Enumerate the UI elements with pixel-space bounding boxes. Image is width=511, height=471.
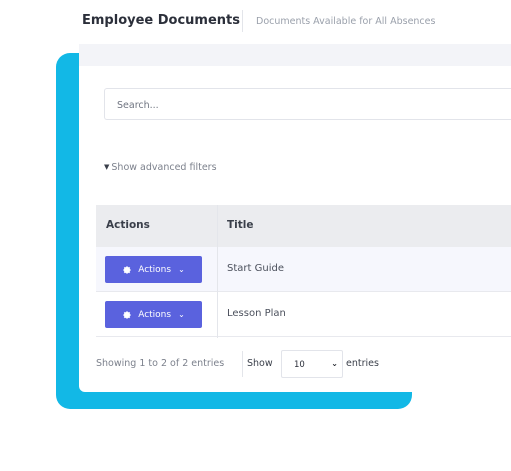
toolbar-strip <box>79 44 511 66</box>
table-row: Actions ⌄ Lesson Plan <box>96 292 511 337</box>
table-header: Actions Title <box>96 205 511 247</box>
document-title[interactable]: Lesson Plan <box>227 308 286 319</box>
page-subtitle-tab[interactable]: Documents Available for All Absences <box>256 16 435 27</box>
show-label: Show <box>247 358 273 369</box>
page-size-value: 10 <box>294 360 305 370</box>
row-actions-label: Actions <box>138 264 172 275</box>
row-actions-button[interactable]: Actions ⌄ <box>105 256 202 283</box>
page-title: Employee Documents <box>82 13 241 28</box>
page-size-select[interactable]: 10 ⌄ <box>281 350 343 378</box>
search-field[interactable] <box>104 88 511 120</box>
row-actions-label: Actions <box>138 309 172 320</box>
search-input[interactable] <box>115 90 499 120</box>
entries-label: entries <box>346 358 379 369</box>
chevron-down-icon: ▼ <box>104 163 110 171</box>
documents-panel: Employee Documents Documents Available f… <box>79 0 511 392</box>
showing-entries-text: Showing 1 to 2 of 2 entries <box>96 358 225 369</box>
document-title[interactable]: Start Guide <box>227 263 284 274</box>
chevron-down-icon: ⌄ <box>178 310 185 319</box>
page-header: Employee Documents Documents Available f… <box>79 0 511 44</box>
column-divider <box>217 205 218 338</box>
table-footer: Showing 1 to 2 of 2 entries Show 10 ⌄ en… <box>96 350 511 378</box>
row-actions-button[interactable]: Actions ⌄ <box>105 301 202 328</box>
advanced-filters-label: Show advanced filters <box>111 162 217 173</box>
header-divider <box>242 10 243 32</box>
footer-divider <box>242 351 243 377</box>
table-row: Actions ⌄ Start Guide <box>96 247 511 292</box>
column-header-actions[interactable]: Actions <box>106 219 150 231</box>
column-header-title[interactable]: Title <box>227 219 254 231</box>
gear-icon <box>123 310 132 319</box>
stage: Employee Documents Documents Available f… <box>0 0 511 471</box>
advanced-filters-toggle[interactable]: ▼ Show advanced filters <box>104 162 217 173</box>
chevron-down-icon: ⌄ <box>178 265 185 274</box>
gear-icon <box>123 265 132 274</box>
chevron-down-icon: ⌄ <box>331 359 338 368</box>
